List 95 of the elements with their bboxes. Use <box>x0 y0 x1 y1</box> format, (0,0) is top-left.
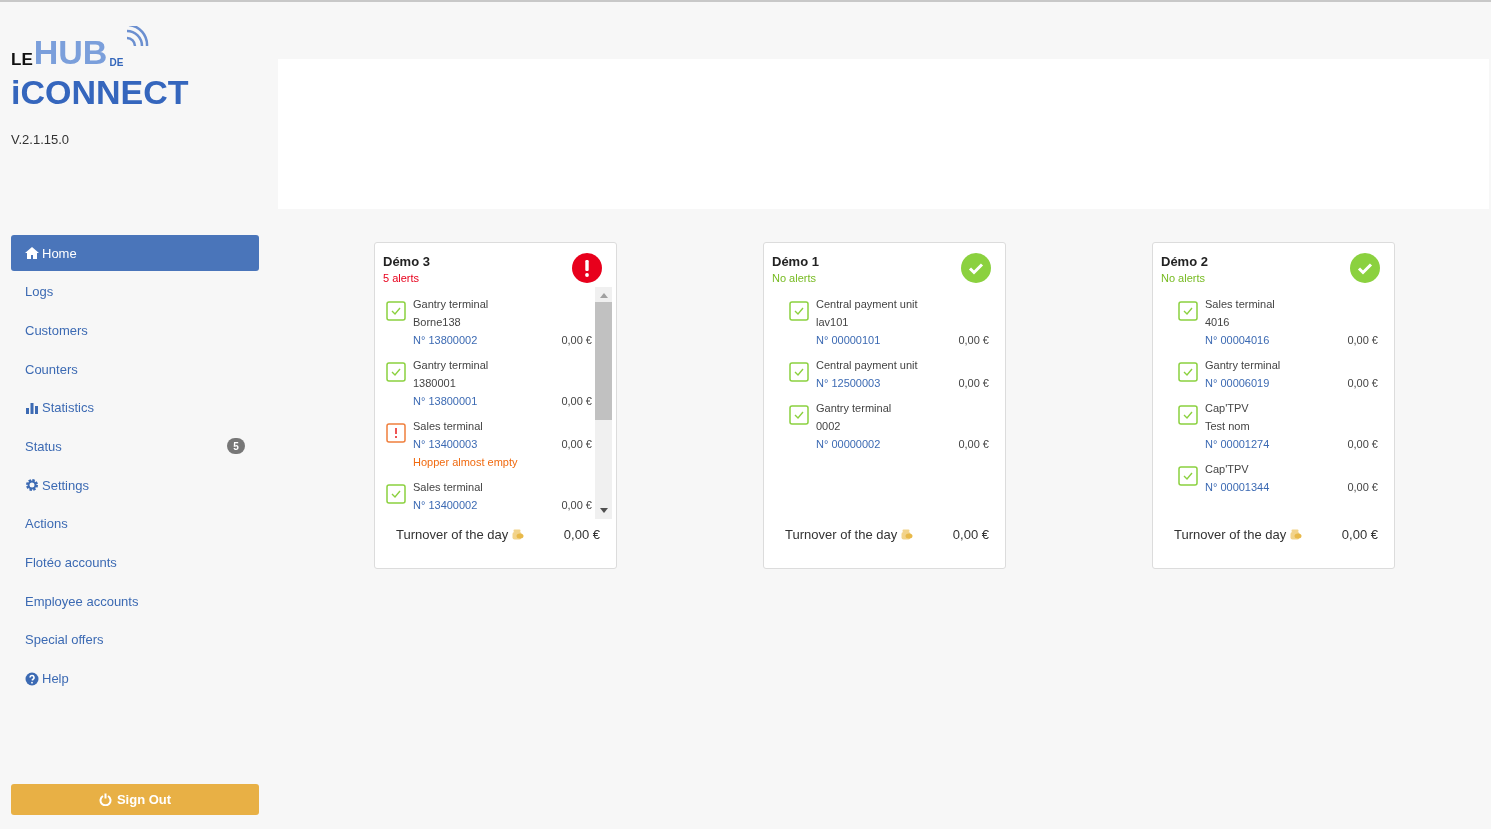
device-name: Borne138 <box>413 315 462 330</box>
device-number: N° 00001274 <box>1205 437 1270 452</box>
device-type: Sales terminal <box>413 419 484 434</box>
nav-item[interactable]: Special offers <box>11 621 259 658</box>
nav-item[interactable]: Actions <box>11 505 259 542</box>
device-type: Cap'TPV <box>1205 401 1250 416</box>
device-type: Central payment unit <box>816 358 919 373</box>
device-name: 0002 <box>816 419 842 434</box>
check-box-icon <box>386 484 406 504</box>
device-type: Sales terminal <box>1205 297 1276 312</box>
nav-item[interactable]: Settings <box>11 467 259 504</box>
device-type: Gantry terminal <box>413 358 490 373</box>
device-number: N° 12500003 <box>816 376 881 391</box>
nav-item[interactable]: Employee accounts <box>11 583 259 620</box>
device-type: Sales terminal <box>413 480 484 495</box>
device-number: N° 00004016 <box>1205 333 1270 348</box>
check-box-icon <box>789 301 809 321</box>
coins-icon <box>512 529 525 540</box>
logo-text: iCONNECT <box>11 72 190 113</box>
device-name: 1380001 <box>413 376 457 391</box>
alert-summary: 5 alerts <box>383 271 421 286</box>
turnover-amount: 0,00 € <box>563 527 600 542</box>
device-amount: 0,00 € <box>958 376 989 391</box>
count-badge: 5 <box>227 438 245 455</box>
device-number: N° 13400002 <box>413 498 478 513</box>
site-name: Démo 2 <box>1161 253 1208 270</box>
device-type: Gantry terminal <box>816 401 893 416</box>
nav-item[interactable]: Logs <box>11 273 259 310</box>
settings-icon <box>25 478 39 493</box>
nav-item[interactable]: Counters <box>11 351 259 388</box>
device-number: N° 00000101 <box>816 333 881 348</box>
check-box-icon <box>386 301 406 321</box>
turnover-label: Turnover of the day <box>785 527 898 542</box>
device-amount: 0,00 € <box>561 498 592 513</box>
coins-icon <box>1290 529 1303 540</box>
coins-icon <box>901 529 914 540</box>
logo-text: LE <box>11 50 33 70</box>
scroll-up-arrow-icon <box>599 293 608 298</box>
device-amount: 0,00 € <box>561 333 592 348</box>
site-name: Démo 3 <box>383 253 430 270</box>
check-circle-icon <box>961 253 991 283</box>
nav-item[interactable]: Status 5 <box>11 428 259 465</box>
logo-text: DE <box>109 56 124 70</box>
logo-text: HUB <box>33 34 108 70</box>
help-icon <box>25 671 39 686</box>
alert-summary: No alerts <box>772 271 818 286</box>
device-number: N° 13800001 <box>413 394 478 409</box>
device-number: N° 00001344 <box>1205 480 1270 495</box>
device-amount: 0,00 € <box>1347 376 1378 391</box>
device-type: Central payment unit <box>816 297 919 312</box>
device-name: 4016 <box>1205 315 1231 330</box>
device-amount: 0,00 € <box>1347 480 1378 495</box>
alert-summary: No alerts <box>1161 271 1207 286</box>
device-amount: 0,00 € <box>561 394 592 409</box>
power-icon <box>98 793 112 806</box>
device-type: Gantry terminal <box>413 297 490 312</box>
device-number: N° 00006019 <box>1205 376 1270 391</box>
turnover-amount: 0,00 € <box>1341 527 1378 542</box>
turnover-amount: 0,00 € <box>952 527 989 542</box>
version-text: V.2.1.15.0 <box>11 132 71 147</box>
device-amount: 0,00 € <box>561 437 592 452</box>
turnover-label: Turnover of the day <box>1174 527 1287 542</box>
check-box-icon <box>1178 405 1198 425</box>
bar-chart-icon <box>25 400 39 415</box>
nav-item[interactable]: Flotéo accounts <box>11 544 259 581</box>
site-name: Démo 1 <box>772 253 819 270</box>
check-circle-icon <box>1350 253 1380 283</box>
check-box-icon <box>1178 466 1198 486</box>
device-number: N° 13800002 <box>413 333 478 348</box>
device-amount: 0,00 € <box>1347 437 1378 452</box>
device-type: Cap'TPV <box>1205 462 1250 477</box>
warning-icon <box>386 423 406 443</box>
check-box-icon <box>1178 301 1198 321</box>
alert-icon <box>572 253 602 283</box>
check-box-icon <box>789 405 809 425</box>
nav-item[interactable]: Home <box>11 235 259 271</box>
home-icon <box>25 246 39 260</box>
nav-item[interactable]: Help <box>11 660 259 697</box>
device-number: N° 13400003 <box>413 437 478 452</box>
nav-item[interactable]: Statistics <box>11 389 259 426</box>
turnover-label: Turnover of the day <box>396 527 509 542</box>
device-number: N° 00000002 <box>816 437 881 452</box>
device-name: Test nom <box>1205 419 1251 434</box>
device-type: Gantry terminal <box>1205 358 1282 373</box>
alert-message: Hopper almost empty <box>413 455 519 470</box>
device-name: lav101 <box>816 315 850 330</box>
check-box-icon <box>789 362 809 382</box>
device-amount: 0,00 € <box>1347 333 1378 348</box>
scrollbar[interactable] <box>595 287 612 519</box>
device-amount: 0,00 € <box>958 437 989 452</box>
device-amount: 0,00 € <box>958 333 989 348</box>
scroll-down-arrow-icon <box>599 508 608 513</box>
check-box-icon <box>1178 362 1198 382</box>
check-box-icon <box>386 362 406 382</box>
nav-item[interactable]: Customers <box>11 312 259 349</box>
